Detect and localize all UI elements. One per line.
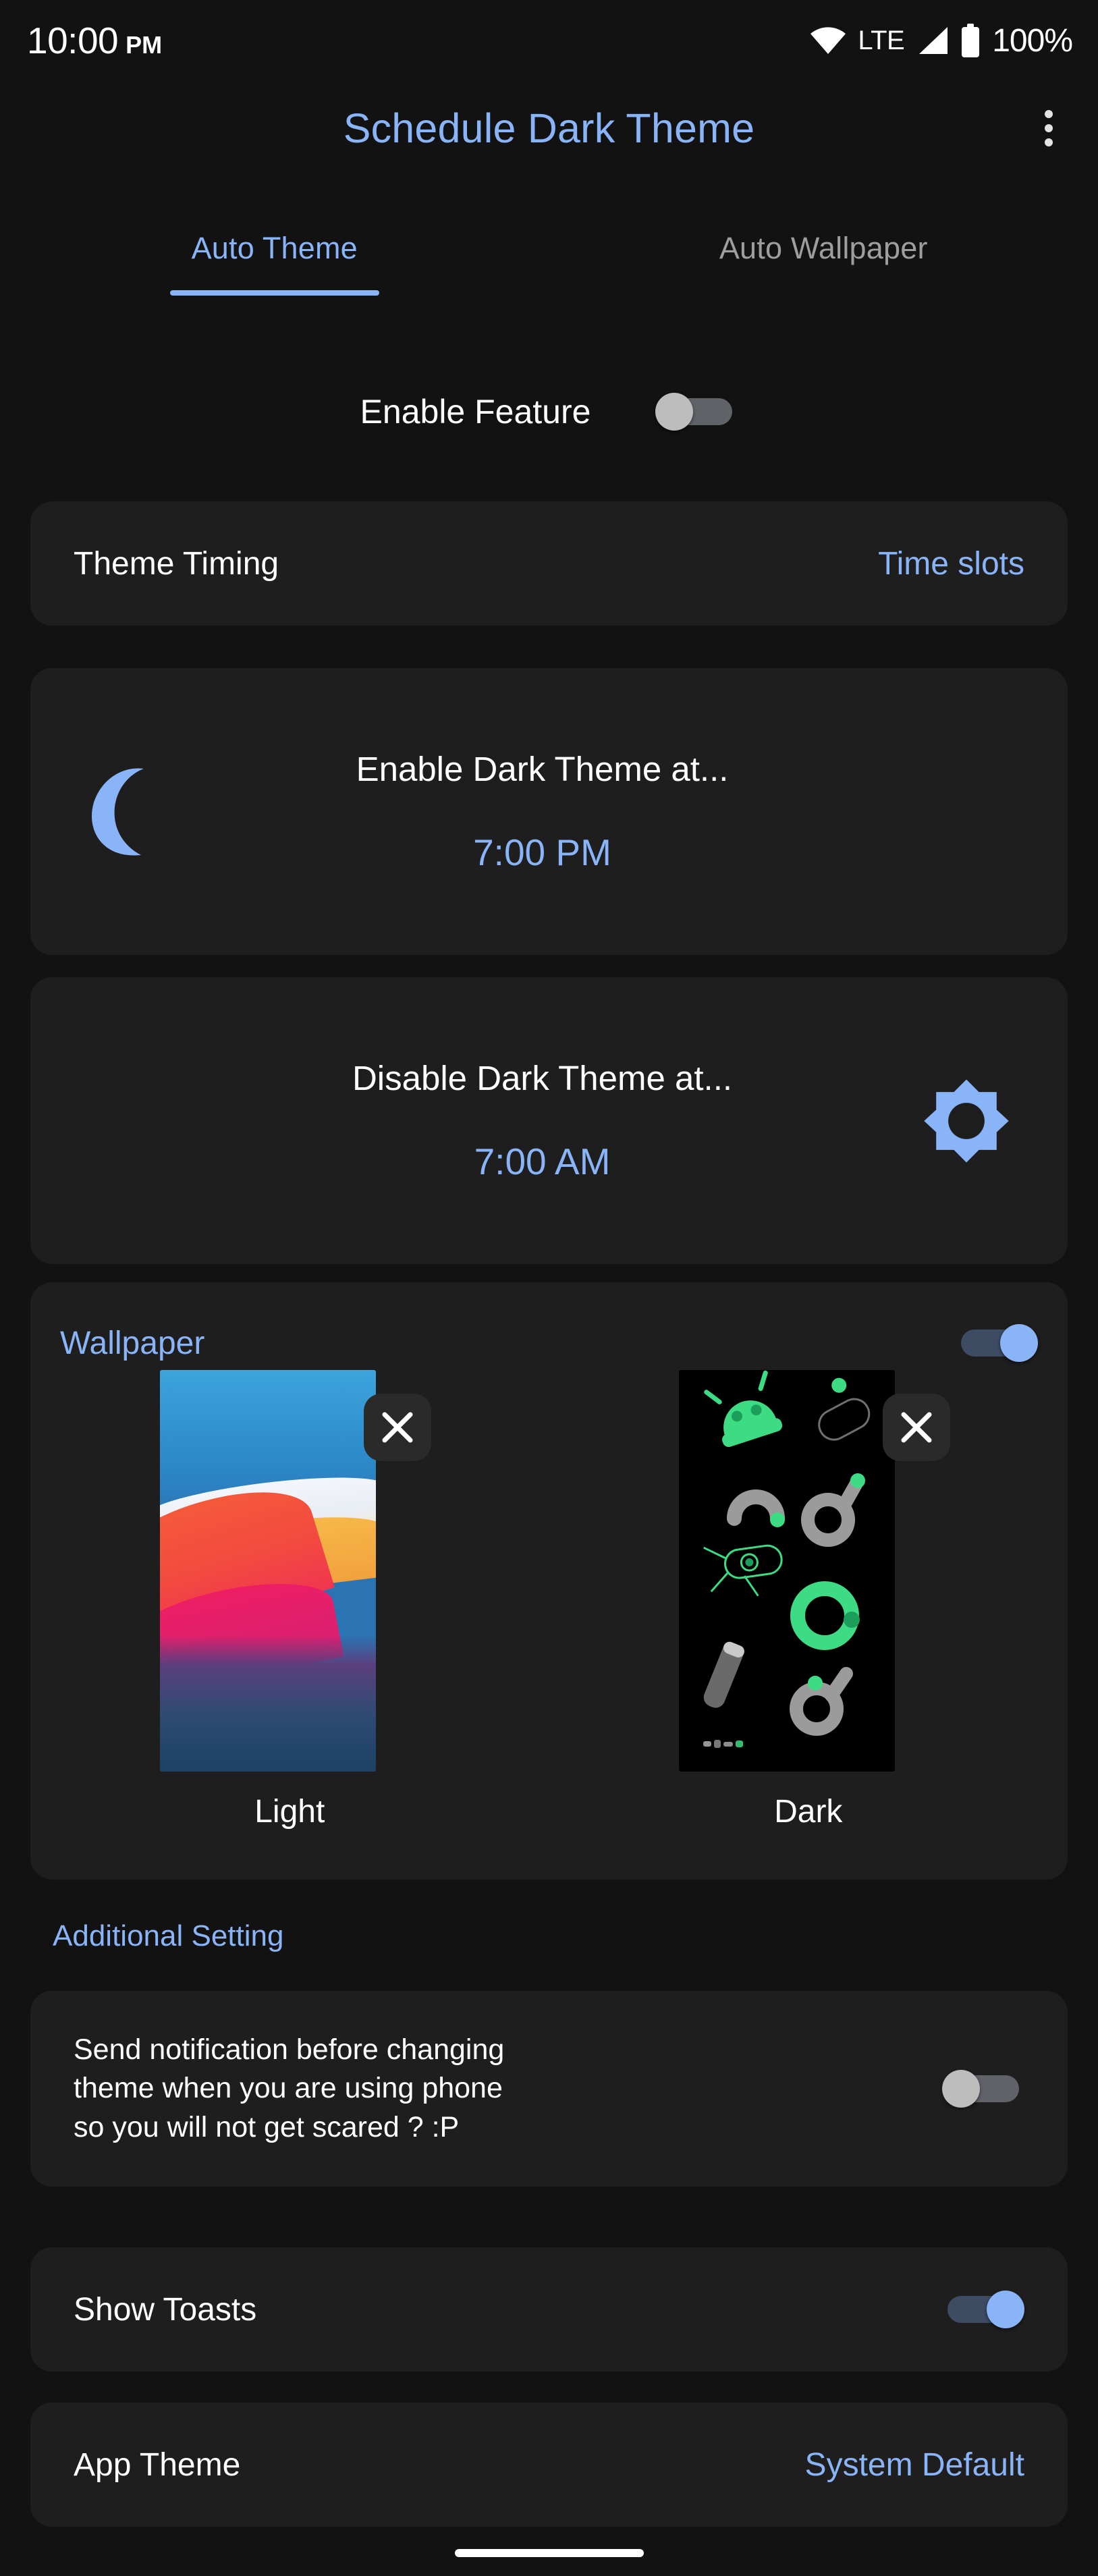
- app-screen: 10:00 PM LTE 100% Schedule Dark Theme Au…: [0, 0, 1098, 2576]
- wallpaper-band: [160, 1635, 377, 1772]
- sun-brightness-icon: [865, 1078, 1068, 1164]
- send-notification-toggle[interactable]: [942, 2070, 1024, 2108]
- home-gesture-bar[interactable]: [454, 2549, 644, 2557]
- tab-active-indicator: [169, 290, 379, 296]
- wifi-icon: [809, 26, 847, 55]
- overflow-menu-button[interactable]: [1020, 99, 1078, 157]
- wallpaper-dark-column: Dark: [549, 1370, 1068, 1830]
- status-clock: 10:00: [27, 20, 119, 61]
- enable-dark-theme-content: Enable Dark Theme at... 7:00 PM: [219, 749, 865, 874]
- show-toasts-label: Show Toasts: [74, 2291, 257, 2328]
- enable-feature-label: Enable Feature: [360, 393, 591, 431]
- android-doodles-art: [703, 1370, 871, 1748]
- show-toasts-toggle[interactable]: [942, 2291, 1024, 2328]
- battery-icon: [960, 24, 981, 57]
- status-bar-right: LTE 100%: [809, 22, 1073, 59]
- theme-timing-value[interactable]: Time slots: [878, 545, 1024, 582]
- wallpaper-light-column: Light: [30, 1370, 549, 1830]
- wallpaper-light-thumb-wrap: [155, 1370, 432, 1772]
- dark-wallpaper-preview[interactable]: [678, 1370, 895, 1772]
- light-wallpaper-image: [160, 1370, 377, 1772]
- disable-dark-theme-card[interactable]: Disable Dark Theme at... 7:00 AM: [30, 977, 1068, 1264]
- disable-dark-theme-time[interactable]: 7:00 AM: [474, 1140, 611, 1183]
- tab-auto-theme[interactable]: Auto Theme: [0, 202, 549, 304]
- wallpaper-previews: Light Dark: [30, 1370, 1068, 1830]
- enable-feature-toggle[interactable]: [655, 393, 738, 431]
- enable-dark-theme-caption: Enable Dark Theme at...: [356, 750, 729, 788]
- theme-timing-card[interactable]: Theme Timing Time slots: [30, 501, 1068, 626]
- more-vertical-icon-dot: [1045, 138, 1053, 146]
- more-vertical-icon-dot: [1045, 124, 1053, 132]
- tab-auto-wallpaper-label: Auto Wallpaper: [719, 231, 928, 265]
- wallpaper-light-label: Light: [254, 1794, 325, 1830]
- battery-percent-label: 100%: [992, 22, 1073, 59]
- wallpaper-title: Wallpaper: [60, 1325, 205, 1361]
- remove-light-wallpaper-button[interactable]: [364, 1394, 432, 1461]
- enable-dark-theme-card[interactable]: Enable Dark Theme at... 7:00 PM: [30, 668, 1068, 955]
- moon-icon: [30, 765, 219, 859]
- tab-auto-theme-label: Auto Theme: [191, 231, 358, 265]
- remove-dark-wallpaper-button[interactable]: [882, 1394, 950, 1461]
- disable-dark-theme-caption: Disable Dark Theme at...: [352, 1059, 733, 1097]
- network-type-label: LTE: [858, 25, 905, 55]
- tab-bar: Auto Theme Auto Wallpaper: [0, 202, 1098, 304]
- page-title: Schedule Dark Theme: [343, 105, 755, 151]
- dark-wallpaper-image: [678, 1370, 895, 1772]
- wallpaper-dark-label: Dark: [774, 1794, 843, 1830]
- enable-dark-theme-time[interactable]: 7:00 PM: [473, 831, 611, 874]
- additional-setting-section-label: Additional Setting: [53, 1919, 284, 1952]
- toggle-thumb: [942, 2070, 980, 2108]
- app-theme-label: App Theme: [74, 2446, 241, 2483]
- disable-dark-theme-content: Disable Dark Theme at... 7:00 AM: [219, 1058, 865, 1183]
- close-icon: [382, 1412, 413, 1443]
- theme-timing-label: Theme Timing: [74, 545, 279, 582]
- toggle-thumb: [987, 2291, 1024, 2328]
- wallpaper-dark-thumb-wrap: [674, 1370, 950, 1772]
- wallpaper-toggle[interactable]: [956, 1324, 1038, 1362]
- status-bar-left: 10:00 PM: [27, 19, 162, 62]
- show-toasts-card[interactable]: Show Toasts: [30, 2247, 1068, 2372]
- toggle-thumb: [1000, 1324, 1038, 1362]
- status-clock-ampm: PM: [126, 31, 163, 59]
- app-bar: Schedule Dark Theme: [0, 81, 1098, 175]
- cellular-signal-icon: [915, 26, 949, 55]
- more-vertical-icon-dot: [1045, 110, 1053, 118]
- app-theme-value[interactable]: System Default: [805, 2446, 1024, 2484]
- send-notification-label: Send notification before changing theme …: [74, 2033, 505, 2143]
- enable-feature-row: Enable Feature: [0, 368, 1098, 456]
- status-bar: 10:00 PM LTE 100%: [0, 0, 1098, 81]
- light-wallpaper-preview[interactable]: [160, 1370, 377, 1772]
- tab-auto-wallpaper[interactable]: Auto Wallpaper: [549, 202, 1098, 304]
- wallpaper-card: Wallpaper Light Dark: [30, 1282, 1068, 1880]
- close-icon: [901, 1412, 932, 1443]
- send-notification-card[interactable]: Send notification before changing theme …: [30, 1991, 1068, 2187]
- wallpaper-header: Wallpaper: [60, 1317, 1038, 1369]
- app-theme-card[interactable]: App Theme System Default: [30, 2403, 1068, 2527]
